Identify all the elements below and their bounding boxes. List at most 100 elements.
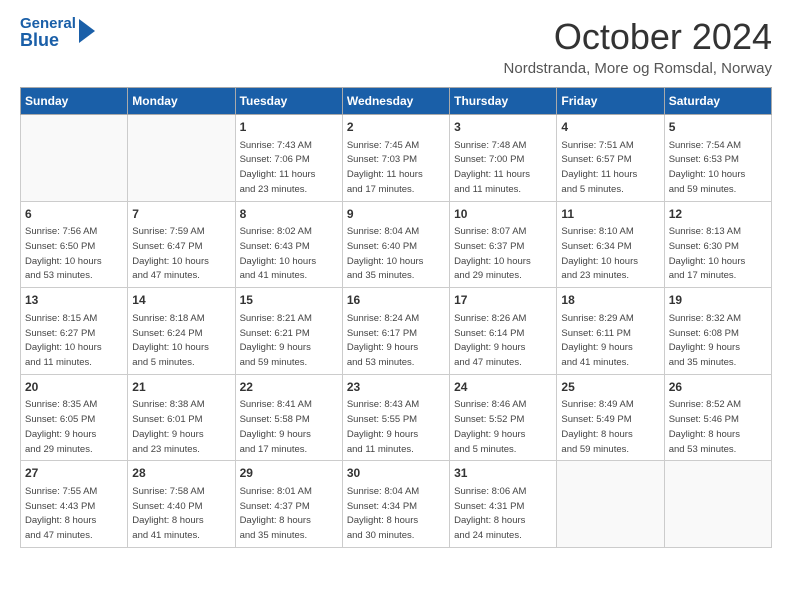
day-detail: Sunrise: 8:32 AM Sunset: 6:08 PM Dayligh… [669,313,741,368]
day-number: 27 [25,465,123,482]
calendar-cell: 14 Sunrise: 8:18 AM Sunset: 6:24 PM Dayli… [128,288,235,375]
day-detail: Sunrise: 8:35 AM Sunset: 6:05 PM Dayligh… [25,399,97,454]
day-number: 21 [132,379,230,396]
day-detail: Sunrise: 8:06 AM Sunset: 4:31 PM Dayligh… [454,486,526,541]
calendar-cell: 17 Sunrise: 8:26 AM Sunset: 6:14 PM Dayli… [450,288,557,375]
day-detail: Sunrise: 8:38 AM Sunset: 6:01 PM Dayligh… [132,399,204,454]
calendar-cell: 8 Sunrise: 8:02 AM Sunset: 6:43 PM Daylig… [235,201,342,288]
day-number: 4 [561,119,659,136]
week-row-1: 1 Sunrise: 7:43 AM Sunset: 7:06 PM Daylig… [21,115,772,202]
day-detail: Sunrise: 8:10 AM Sunset: 6:34 PM Dayligh… [561,226,638,281]
location-subtitle: Nordstranda, More og Romsdal, Norway [504,60,772,77]
day-detail: Sunrise: 7:45 AM Sunset: 7:03 PM Dayligh… [347,140,423,195]
day-detail: Sunrise: 8:29 AM Sunset: 6:11 PM Dayligh… [561,313,633,368]
calendar-cell [557,461,664,548]
day-detail: Sunrise: 8:46 AM Sunset: 5:52 PM Dayligh… [454,399,526,454]
day-number: 28 [132,465,230,482]
day-detail: Sunrise: 8:18 AM Sunset: 6:24 PM Dayligh… [132,313,209,368]
calendar-cell: 19 Sunrise: 8:32 AM Sunset: 6:08 PM Dayli… [664,288,771,375]
day-detail: Sunrise: 8:02 AM Sunset: 6:43 PM Dayligh… [240,226,317,281]
title-block: October 2024 Nordstranda, More og Romsda… [504,16,772,77]
logo: General Blue [20,16,95,49]
day-number: 19 [669,292,767,309]
day-detail: Sunrise: 7:51 AM Sunset: 6:57 PM Dayligh… [561,140,637,195]
calendar-cell: 9 Sunrise: 8:04 AM Sunset: 6:40 PM Daylig… [342,201,449,288]
week-row-4: 20 Sunrise: 8:35 AM Sunset: 6:05 PM Dayli… [21,374,772,461]
header-cell-sunday: Sunday [21,88,128,115]
day-number: 25 [561,379,659,396]
calendar-cell: 7 Sunrise: 7:59 AM Sunset: 6:47 PM Daylig… [128,201,235,288]
day-detail: Sunrise: 8:52 AM Sunset: 5:46 PM Dayligh… [669,399,741,454]
calendar-cell: 24 Sunrise: 8:46 AM Sunset: 5:52 PM Dayli… [450,374,557,461]
day-number: 17 [454,292,552,309]
day-detail: Sunrise: 8:21 AM Sunset: 6:21 PM Dayligh… [240,313,312,368]
calendar-header: SundayMondayTuesdayWednesdayThursdayFrid… [21,88,772,115]
day-number: 14 [132,292,230,309]
day-number: 5 [669,119,767,136]
week-row-3: 13 Sunrise: 8:15 AM Sunset: 6:27 PM Dayli… [21,288,772,375]
day-detail: Sunrise: 7:58 AM Sunset: 4:40 PM Dayligh… [132,486,204,541]
calendar-cell: 10 Sunrise: 8:07 AM Sunset: 6:37 PM Dayli… [450,201,557,288]
header-cell-wednesday: Wednesday [342,88,449,115]
day-number: 29 [240,465,338,482]
calendar-cell: 23Sunrise: 8:43 AM Sunset: 5:55 PM Dayli… [342,374,449,461]
day-detail: Sunrise: 8:26 AM Sunset: 6:14 PM Dayligh… [454,313,526,368]
calendar-cell: 11Sunrise: 8:10 AM Sunset: 6:34 PM Dayli… [557,201,664,288]
day-detail: Sunrise: 8:24 AM Sunset: 6:17 PM Dayligh… [347,313,419,368]
calendar-cell: 18 Sunrise: 8:29 AM Sunset: 6:11 PM Dayli… [557,288,664,375]
calendar-cell: 27 Sunrise: 7:55 AM Sunset: 4:43 PM Dayli… [21,461,128,548]
day-detail: Sunrise: 8:01 AM Sunset: 4:37 PM Dayligh… [240,486,312,541]
calendar-cell: 22Sunrise: 8:41 AM Sunset: 5:58 PM Dayli… [235,374,342,461]
calendar-body: 1 Sunrise: 7:43 AM Sunset: 7:06 PM Daylig… [21,115,772,548]
logo-general: General [20,16,76,31]
logo-arrow-icon [79,19,95,43]
day-number: 3 [454,119,552,136]
calendar-cell: 6Sunrise: 7:56 AM Sunset: 6:50 PM Daylig… [21,201,128,288]
day-number: 1 [240,119,338,136]
header-cell-tuesday: Tuesday [235,88,342,115]
logo-blue: Blue [20,31,76,49]
day-number: 24 [454,379,552,396]
day-detail: Sunrise: 8:15 AM Sunset: 6:27 PM Dayligh… [25,313,102,368]
calendar-cell [128,115,235,202]
day-detail: Sunrise: 7:59 AM Sunset: 6:47 PM Dayligh… [132,226,209,281]
calendar-cell: 1 Sunrise: 7:43 AM Sunset: 7:06 PM Daylig… [235,115,342,202]
calendar-cell: 28 Sunrise: 7:58 AM Sunset: 4:40 PM Dayli… [128,461,235,548]
week-row-5: 27 Sunrise: 7:55 AM Sunset: 4:43 PM Dayli… [21,461,772,548]
day-detail: Sunrise: 7:55 AM Sunset: 4:43 PM Dayligh… [25,486,97,541]
header-cell-thursday: Thursday [450,88,557,115]
calendar-cell: 12 Sunrise: 8:13 AM Sunset: 6:30 PM Dayli… [664,201,771,288]
day-detail: Sunrise: 8:13 AM Sunset: 6:30 PM Dayligh… [669,226,746,281]
day-number: 13 [25,292,123,309]
day-detail: Sunrise: 8:04 AM Sunset: 4:34 PM Dayligh… [347,486,419,541]
calendar-cell: 16 Sunrise: 8:24 AM Sunset: 6:17 PM Dayli… [342,288,449,375]
calendar-cell [664,461,771,548]
header-cell-saturday: Saturday [664,88,771,115]
day-number: 7 [132,206,230,223]
day-detail: Sunrise: 8:04 AM Sunset: 6:40 PM Dayligh… [347,226,424,281]
day-number: 12 [669,206,767,223]
day-number: 18 [561,292,659,309]
page-header: General Blue October 2024 Nordstranda, M… [20,16,772,77]
day-number: 2 [347,119,445,136]
day-detail: Sunrise: 7:48 AM Sunset: 7:00 PM Dayligh… [454,140,530,195]
calendar-cell: 5Sunrise: 7:54 AM Sunset: 6:53 PM Daylig… [664,115,771,202]
day-number: 8 [240,206,338,223]
calendar-cell: 30 Sunrise: 8:04 AM Sunset: 4:34 PM Dayli… [342,461,449,548]
day-number: 30 [347,465,445,482]
day-number: 20 [25,379,123,396]
day-number: 16 [347,292,445,309]
day-number: 9 [347,206,445,223]
day-detail: Sunrise: 8:07 AM Sunset: 6:37 PM Dayligh… [454,226,531,281]
day-detail: Sunrise: 7:43 AM Sunset: 7:06 PM Dayligh… [240,140,316,195]
day-number: 15 [240,292,338,309]
calendar-cell: 15 Sunrise: 8:21 AM Sunset: 6:21 PM Dayli… [235,288,342,375]
day-number: 23 [347,379,445,396]
day-detail: Sunrise: 8:41 AM Sunset: 5:58 PM Dayligh… [240,399,312,454]
calendar-cell: 25Sunrise: 8:49 AM Sunset: 5:49 PM Dayli… [557,374,664,461]
day-number: 6 [25,206,123,223]
header-cell-monday: Monday [128,88,235,115]
day-number: 10 [454,206,552,223]
week-row-2: 6Sunrise: 7:56 AM Sunset: 6:50 PM Daylig… [21,201,772,288]
calendar-cell: 31Sunrise: 8:06 AM Sunset: 4:31 PM Dayli… [450,461,557,548]
